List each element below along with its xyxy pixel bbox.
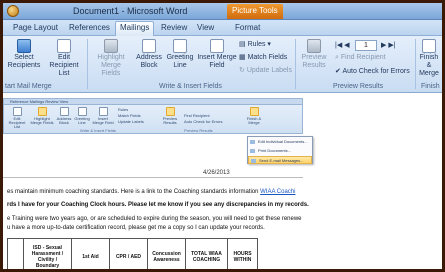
first-record-icon[interactable]: |◀ ◀ [335,41,350,49]
table-header-cell: TOTAL WIAA COACHING [185,238,228,269]
table-header-cell: CPR / AED [109,238,148,269]
record-number-input[interactable]: 1 [355,40,377,51]
finish-merge-label: Finish & Merge [419,54,439,77]
highlight-icon [104,39,118,53]
document-page: Reference Mailings Review View Edit Reci… [3,94,442,269]
menu-item-print-documents: Print Documents... [248,147,312,155]
preview-results-label: Preview Results [301,54,327,69]
inset-finish: Finish & Merge [244,107,264,125]
inset-highlight: Highlight Merge Fields [30,107,54,125]
inset-group-preview: Preview Results [184,128,213,133]
inset-group-write: Write & Insert Fields [80,128,116,133]
table-header-cell: ISD - Sexual Harassment / Civility / Bou… [23,238,72,269]
edit-list-icon [57,39,71,53]
auto-check-errors-button[interactable]: ✔ Auto Check for Errors [335,67,410,75]
edit-recipient-list-label: Edit Recipient List [49,54,79,77]
inset-greeting: Greeting Line [74,107,90,125]
address-block-icon [142,39,156,53]
paragraph-standards-text: es maintain minimum coaching standards. … [7,189,261,195]
menu-item-edit-individual: Edit Individual Documents... [248,138,312,146]
paragraph-training-2: u have a more up-to-date certification r… [7,225,265,231]
address-block-button[interactable]: Address Block [135,39,163,70]
find-recipient-button[interactable]: ⌕ Find Recipient [335,54,386,62]
embedded-ribbon-image: Reference Mailings Review View Edit Reci… [3,98,303,134]
inset-edit-list: Edit Recipient List [8,107,26,129]
update-labels-label: Update Labels [246,67,292,74]
tab-mailings[interactable]: Mailings [115,21,155,36]
insert-merge-field-label: Insert Merge Field [197,54,237,69]
rules-button[interactable]: ▤ Rules ▾ [239,40,271,48]
select-recipients-button[interactable]: Select Recipients [7,39,41,70]
match-fields-button[interactable]: ▦ Match Fields [239,53,287,61]
inset-rules: Rules [118,107,129,112]
menu-item-send-email: Send E-mail Messages... [248,156,312,164]
tab-review[interactable]: Review [157,22,191,33]
title-bar: Document1 - Microsoft Word Picture Tools [3,3,442,20]
table-header-row: ISD - Sexual Harassment / Civility / Bou… [7,238,258,269]
select-recipients-label: Select Recipients [7,54,41,69]
recipients-icon [17,39,31,53]
window-title: Document1 - Microsoft Word [73,6,188,16]
finish-merge-button[interactable]: Finish & Merge [417,39,441,78]
update-labels-button[interactable]: ↻ Update Labels [239,66,292,74]
inset-tabs: Reference Mailings Review View [4,99,302,105]
tab-references[interactable]: References [65,22,114,33]
inset-preview: Preview Results [160,107,180,125]
tab-view[interactable]: View [193,22,218,33]
finish-merge-menu: Edit Individual Documents... Print Docum… [247,136,313,164]
office-button-icon[interactable] [7,5,19,17]
group-label-write-insert: Write & Insert Fields [159,83,222,90]
ribbon: Select Recipients Edit Recipient List Hi… [3,36,442,93]
greeting-line-label: Greeting Line [166,54,194,69]
greeting-line-icon [173,39,187,53]
preview-results-button[interactable]: Preview Results [299,39,329,70]
auto-check-errors-label: Auto Check for Errors [342,68,410,75]
highlight-merge-fields-button[interactable]: Highlight Merge Fields [91,39,131,78]
paragraph-training-1: e Training were two years ago, or are sc… [7,216,302,222]
paragraph-records-text: rds I have for your Coaching Clock hours… [7,202,309,208]
wiaa-link[interactable]: WIAA Coachi [260,189,295,195]
tab-page-layout[interactable]: Page Layout [9,22,62,33]
find-recipient-label: Find Recipient [340,54,386,61]
coaching-hours-table: ISD - Sexual Harassment / Civility / Bou… [7,238,258,269]
app-window: Document1 - Microsoft Word Picture Tools… [0,0,445,272]
inset-update: Update Labels [118,119,144,124]
match-fields-label: Match Fields [247,54,288,61]
inset-auto-check: Auto Check for Errors [184,119,223,124]
group-separator [415,39,416,89]
finish-merge-icon [422,39,436,53]
paragraph-standards: es maintain minimum coaching standards. … [7,189,295,195]
inset-match: Match Fields [118,113,141,118]
picture-tools-label: Picture Tools [227,4,283,19]
table-header-cell: HOURS WITHIN [227,238,258,269]
insert-merge-field-button[interactable]: Insert Merge Field [197,39,237,70]
inset-insert-field: Insert Merge Field [92,107,114,125]
group-separator [87,39,88,89]
edit-recipient-list-button[interactable]: Edit Recipient List [45,39,83,78]
divider [3,177,303,178]
table-header-cell [7,238,24,269]
group-label-start-mail-merge: tart Mail Merge [5,83,52,90]
inset-address: Address Block [56,107,72,125]
group-separator [295,39,296,89]
table-header-cell: Concussion Awareness [147,238,186,269]
preview-icon [307,39,321,53]
address-block-label: Address Block [136,54,162,69]
highlight-merge-fields-label: Highlight Merge Fields [97,54,125,77]
inset-find: Find Recipient [184,113,210,118]
table-header-cell: 1st Aid [71,238,110,269]
next-record-icon[interactable]: ▶ ▶| [381,41,396,49]
document-date: 4/26/2013 [203,170,230,176]
paragraph-records: rds I have for your Coaching Clock hours… [7,202,309,208]
tab-format[interactable]: Format [231,22,264,33]
greeting-line-button[interactable]: Greeting Line [165,39,195,70]
ribbon-tabs: Page Layout References Mailings Review V… [3,20,442,36]
group-label-preview: Preview Results [333,83,384,90]
insert-field-icon [210,39,224,53]
rules-label: Rules [247,41,266,48]
group-label-finish: Finish [421,83,440,90]
